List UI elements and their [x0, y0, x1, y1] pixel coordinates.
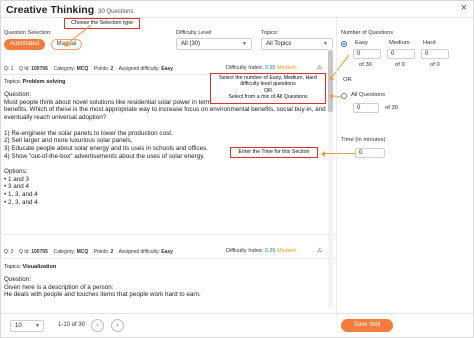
all-max-label: of 30 [385, 105, 398, 111]
difficulty-index-2: Difficulty Index: 0.35 Medium [226, 248, 297, 254]
callout-selection-type: Choose the Selection type [64, 18, 140, 29]
modal-header: Creative Thinking 30 Questions [6, 4, 133, 16]
easy-count-input[interactable]: 0 [353, 49, 381, 59]
option-item: • 1, 3, and 4 [4, 191, 38, 199]
chevron-down-icon: ▼ [242, 41, 247, 47]
question-meta-2: Q: 2 Q Id: 100705 Category: MCQ Points: … [4, 249, 173, 255]
question-topic-1: Topics: Problem solving [4, 79, 66, 85]
difficulty-index-1: Difficulty Index: 0.35 Medium [226, 65, 297, 71]
question-body-2: Question: Given here is a description of… [4, 276, 332, 299]
warning-icon[interactable]: ⚠ [317, 247, 322, 254]
question-line [4, 122, 332, 130]
footer-divider [0, 313, 474, 314]
question-line: eventually reach universal adoption? [4, 114, 107, 122]
page-size-select[interactable]: 10 ▼ [10, 320, 44, 332]
easy-label: Easy [355, 40, 368, 46]
pagination-range: 1-10 of 30 [58, 322, 86, 328]
callout-time: Enter the Time for this Section [230, 147, 318, 158]
question-line: benefits. Which of these is the most app… [4, 106, 326, 114]
automated-button[interactable]: Automated [4, 39, 45, 50]
time-input[interactable]: 0 [355, 148, 385, 158]
question-line: Question: [4, 276, 31, 283]
page-title: Creative Thinking [6, 4, 95, 16]
topics-select-value: All Topics [266, 41, 292, 47]
option-item: • 1 and 3 [4, 175, 29, 183]
medium-count-input[interactable]: 0 [387, 49, 415, 59]
difficulty-level-label: Difficulty Level [176, 30, 212, 36]
question-line: Given here is a description of a person: [4, 283, 114, 291]
question-count: 30 Questions [98, 9, 134, 15]
topics-select[interactable]: All Topics ▼ [261, 38, 333, 50]
question-topic-2: Topics: Visualization [4, 264, 57, 270]
question-line: He deals with people and touches items t… [4, 291, 201, 299]
options-label: Options: [4, 168, 28, 175]
time-label: Time (in minutes) [341, 137, 386, 143]
next-page-button[interactable]: › [111, 319, 124, 332]
page-size-value: 10 [15, 323, 22, 329]
hard-count-input[interactable]: 0 [421, 49, 449, 59]
difficulty-select-value: All (30) [181, 41, 201, 47]
prev-page-button[interactable]: ‹ [91, 319, 104, 332]
difficulty-select[interactable]: All (30) ▼ [176, 38, 252, 50]
callout-arrow [321, 150, 355, 158]
card-divider [0, 258, 336, 259]
card-divider [0, 234, 336, 235]
number-of-questions-label: Number of Questions [341, 30, 393, 36]
medium-label: Medium [389, 40, 410, 46]
warning-icon[interactable]: ⚠ [317, 64, 322, 71]
question-line: 2) Sell larger and more luxurious solar … [4, 137, 133, 145]
callout-number-of-questions: Select the number of Easy, Medium, Hard … [210, 73, 326, 104]
topics-label: Topics: [261, 30, 279, 36]
close-icon[interactable]: × [461, 3, 467, 14]
question-line [4, 160, 332, 168]
or-label: OR [343, 77, 352, 83]
save-skill-button[interactable]: Save Skill [341, 319, 393, 332]
hard-label: Hard [423, 40, 436, 46]
radio-all-questions[interactable] [341, 93, 347, 99]
medium-max-label: of 0 [395, 62, 405, 68]
option-item: • 3 and 4 [4, 183, 29, 191]
option-item: • 2, 3, and 4 [4, 198, 38, 206]
question-line: 1) Re-engineer the solar panels to lower… [4, 129, 173, 137]
question-meta-1: Q: 1 Q Id: 100706 Category: MCQ Points: … [4, 66, 173, 72]
question-selection-label: Question Selection: [4, 30, 52, 36]
hard-max-label: of 0 [430, 62, 440, 68]
easy-max-label: of 30 [359, 62, 372, 68]
chevron-down-icon: ▼ [35, 323, 40, 329]
all-questions-label: All Questions [351, 92, 386, 98]
radio-by-difficulty[interactable] [341, 41, 347, 47]
panel-divider [336, 18, 337, 318]
all-count-input[interactable]: 0 [353, 103, 379, 113]
